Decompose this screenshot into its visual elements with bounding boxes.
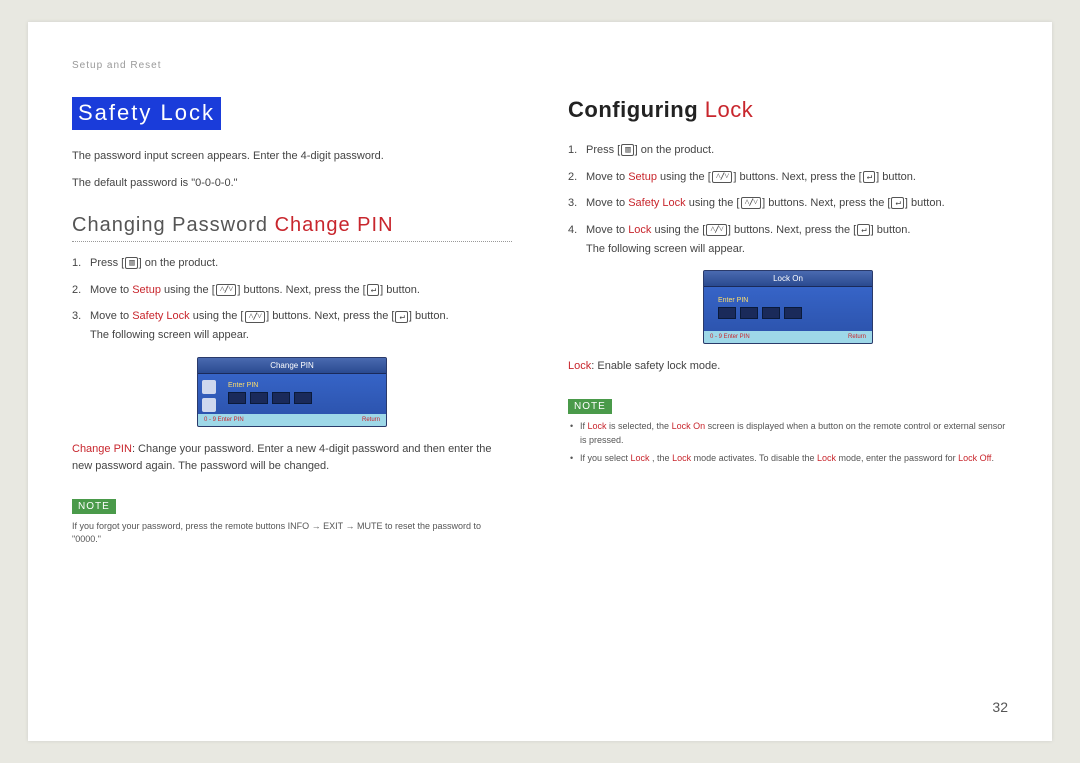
intro-text-1: The password input screen appears. Enter… — [72, 148, 512, 165]
intro-text-2: The default password is "0-0-0-0." — [72, 175, 512, 192]
note-item: If Lock is selected, the Lock On screen … — [568, 420, 1008, 447]
note-label: NOTE — [72, 499, 116, 514]
enter-icon: ↵ — [395, 311, 407, 323]
step-item: Move to Setup using the [˄/˅] buttons. N… — [568, 168, 1008, 187]
note-label: NOTE — [568, 399, 612, 414]
updown-icon: ˄/˅ — [216, 284, 237, 296]
lock-label: Lock — [568, 360, 591, 372]
enter-icon: ↵ — [857, 224, 869, 236]
osd-foot-left: 0 - 9 Enter PIN — [204, 417, 244, 423]
osd-lock-on: Lock On Enter PIN 0 - 9 Enter PIN Return — [703, 270, 873, 344]
osd-pin-row — [228, 392, 376, 404]
change-pin-label: Change PIN — [72, 443, 132, 455]
osd-pin-row — [718, 307, 862, 319]
enter-icon: ↵ — [367, 284, 379, 296]
right-column: Configuring Lock Press [▥] on the produc… — [568, 97, 1008, 547]
enter-icon: ↵ — [891, 197, 903, 209]
step-item: Move to Safety Lock using the [˄/˅] butt… — [568, 194, 1008, 213]
osd-change-pin: Change PIN Enter PIN 0 - 9 Enter PIN Ret… — [197, 357, 387, 427]
breadcrumb: Setup and Reset — [72, 60, 1008, 71]
enter-icon: ↵ — [863, 171, 875, 183]
two-column-layout: Safety Lock The password input screen ap… — [72, 97, 1008, 547]
step-item: Move to Lock using the [˄/˅] buttons. Ne… — [568, 221, 1008, 258]
step-item: Move to Safety Lock using the [˄/˅] butt… — [72, 307, 512, 344]
updown-icon: ˄/˅ — [706, 224, 727, 236]
updown-icon: ˄/˅ — [741, 197, 762, 209]
osd-side-icons — [202, 380, 218, 412]
osd-foot-left: 0 - 9 Enter PIN — [710, 334, 750, 340]
osd-foot-right: Return — [848, 334, 866, 340]
note-item: If you select Lock , the Lock mode activ… — [568, 452, 1008, 466]
osd-body: Enter PIN — [704, 287, 872, 331]
change-pin-desc: : Change your password. Enter a new 4-di… — [72, 443, 491, 472]
manual-page: Setup and Reset Safety Lock The password… — [28, 22, 1052, 741]
updown-icon: ˄/˅ — [712, 171, 733, 183]
note-text: If you forgot your password, press the r… — [72, 520, 512, 547]
left-steps-list: Press [▥] on the product. Move to Setup u… — [72, 254, 512, 345]
step-item: Move to Setup using the [˄/˅] buttons. N… — [72, 281, 512, 300]
left-column: Safety Lock The password input screen ap… — [72, 97, 512, 547]
after-osd-text: Lock: Enable safety lock mode. — [568, 358, 1008, 375]
osd-title: Lock On — [704, 271, 872, 287]
osd-pin-label: Enter PIN — [228, 382, 376, 389]
section-title-safety-lock: Safety Lock — [72, 97, 221, 130]
osd-footer: 0 - 9 Enter PIN Return — [704, 331, 872, 343]
note-list: If Lock is selected, the Lock On screen … — [568, 420, 1008, 466]
page-number: 32 — [992, 699, 1008, 715]
menu-icon: ▥ — [621, 144, 633, 156]
osd-foot-right: Return — [362, 417, 380, 423]
osd-body: Enter PIN — [198, 374, 386, 414]
osd-title: Change PIN — [198, 358, 386, 374]
heading-main: Configuring — [568, 97, 705, 122]
osd-footer: 0 - 9 Enter PIN Return — [198, 414, 386, 426]
updown-icon: ˄/˅ — [245, 311, 266, 323]
subheading-accent: Change PIN — [275, 214, 394, 236]
osd-pin-label: Enter PIN — [718, 297, 862, 304]
subheading-main: Changing Password — [72, 214, 275, 236]
heading-accent: Lock — [705, 97, 753, 122]
heading-configuring-lock: Configuring Lock — [568, 97, 1008, 123]
right-steps-list: Press [▥] on the product. Move to Setup u… — [568, 141, 1008, 258]
subheading-change-pin: Changing Password Change PIN — [72, 214, 512, 242]
step-item: Press [▥] on the product. — [72, 254, 512, 273]
after-osd-text: Change PIN: Change your password. Enter … — [72, 441, 512, 475]
step-item: Press [▥] on the product. — [568, 141, 1008, 160]
lock-desc: : Enable safety lock mode. — [591, 360, 720, 372]
menu-icon: ▥ — [125, 257, 137, 269]
